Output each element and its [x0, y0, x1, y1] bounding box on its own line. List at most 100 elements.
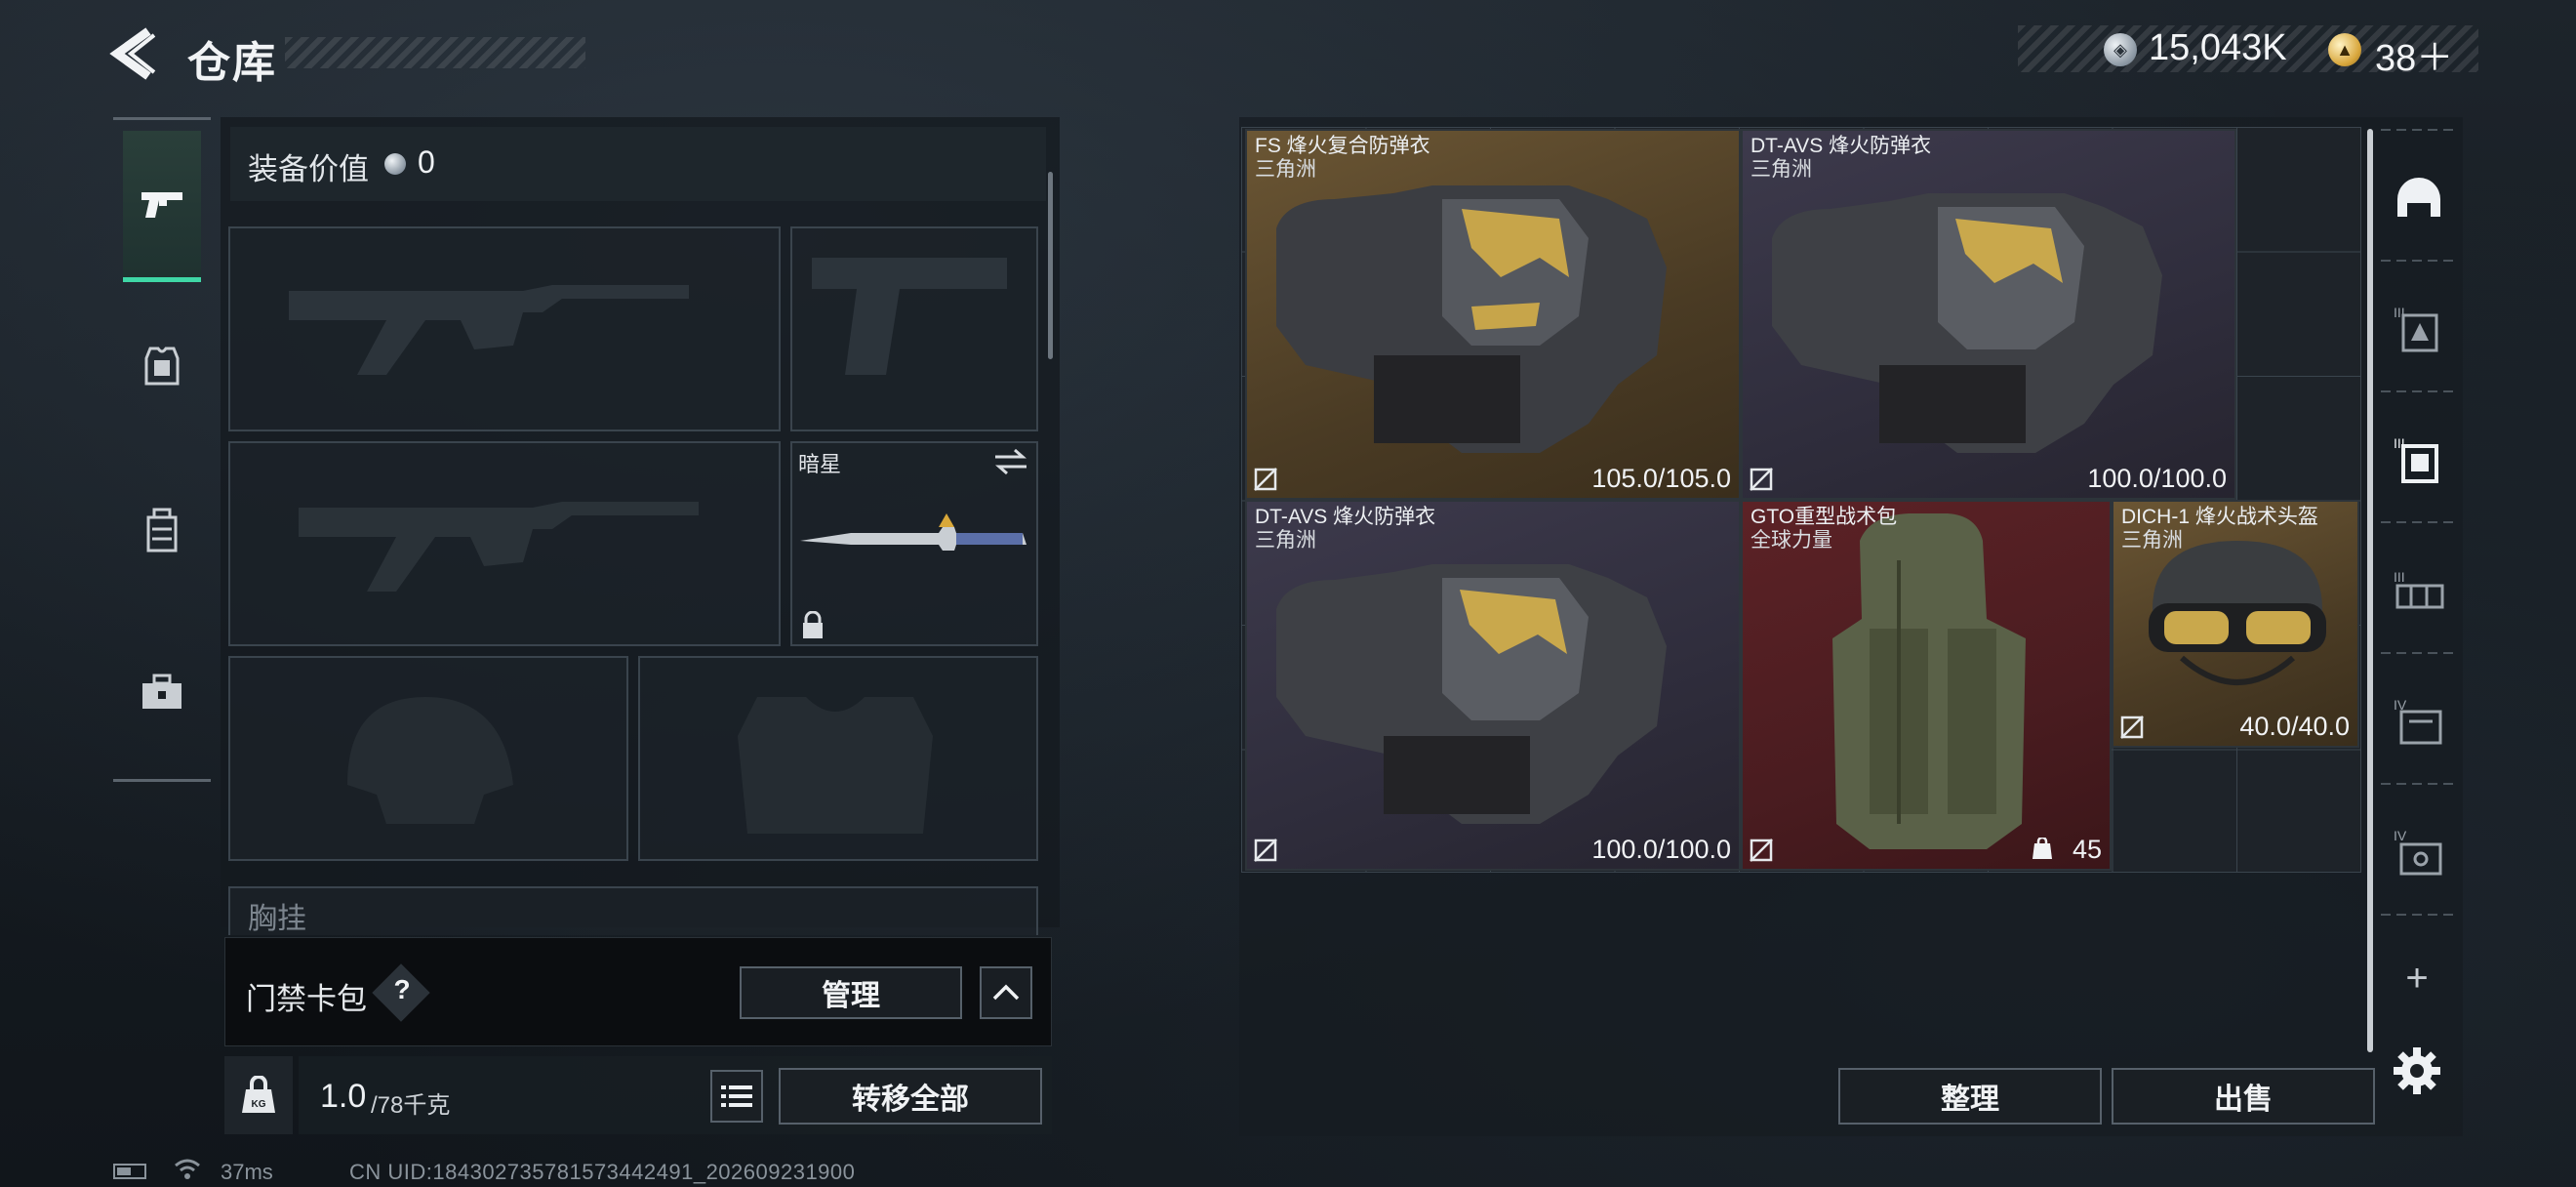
svg-text:KG: KG: [252, 1099, 266, 1110]
sort-button[interactable]: 整理: [1838, 1068, 2102, 1125]
uid-text: CN UID:18430273578157344249​1_2026092319…: [349, 1160, 856, 1184]
filter-divider: [2381, 914, 2459, 916]
item-durability: 100.0/100.0: [2087, 464, 2227, 493]
nav-tab-case[interactable]: [123, 619, 201, 765]
expand-button[interactable]: [980, 966, 1032, 1019]
armor-tier-active-icon: III: [2394, 435, 2438, 483]
body-armor-slot[interactable]: [638, 656, 1038, 861]
pistol-slot[interactable]: [790, 226, 1038, 431]
nav-tab-armor[interactable]: [123, 293, 201, 439]
filter-tier-4-case[interactable]: IV: [2385, 818, 2453, 886]
chest-rig-label: 胸挂: [248, 903, 306, 935]
item-name: DT-AVS 烽火防弹衣: [1255, 506, 1436, 528]
gear-icon: [2394, 1047, 2440, 1094]
capacity-icon: [2033, 838, 2052, 859]
filter-divider: [2381, 390, 2459, 392]
briefcase-icon: [142, 674, 181, 709]
filter-tier-4-bag[interactable]: IV: [2385, 687, 2453, 756]
silver-coin-icon: ◈: [2104, 33, 2137, 66]
money-amount: 15,043K: [2149, 27, 2287, 68]
no-trade-icon: [2120, 716, 2144, 739]
rifle-silhouette-icon: [299, 502, 699, 592]
stash-item[interactable]: DT-AVS 烽火防弹衣 三角洲 100.0/100.0: [1741, 129, 2236, 500]
loadout-scrollbar[interactable]: [1048, 172, 1053, 359]
helmet-slot[interactable]: [228, 656, 628, 861]
filter-tier-3-armor[interactable]: III: [2385, 295, 2453, 363]
swap-icon[interactable]: [993, 447, 1028, 476]
filter-divider: [2381, 521, 2459, 523]
keycard-case-label: 门禁卡包: [246, 982, 367, 1016]
nav-tab-weapons[interactable]: [123, 131, 201, 282]
armor-icon: [144, 347, 180, 386]
item-capacity: 45: [2072, 835, 2102, 864]
case-tier-icon: IV: [2394, 828, 2442, 876]
filter-all[interactable]: [2385, 164, 2453, 232]
no-trade-icon: [1254, 839, 1277, 862]
no-trade-icon: [1750, 839, 1773, 862]
item-origin: 三角洲: [1255, 529, 1316, 552]
bag-tier-icon: IV: [2394, 697, 2442, 745]
back-arrow-icon: [109, 27, 156, 80]
armor-tier-icon: III: [2394, 305, 2438, 352]
chest-rig-slot[interactable]: [228, 886, 1038, 935]
svg-text:III: III: [2394, 569, 2405, 585]
item-name: DICH-1 烽火战术头盔: [2121, 506, 2318, 528]
rig-tier-icon: III: [2394, 569, 2444, 609]
filter-armor-active[interactable]: III: [2385, 426, 2453, 494]
settings-button[interactable]: [2391, 1044, 2443, 1097]
lock-icon: [800, 610, 825, 640]
ping-text: 37ms: [221, 1160, 273, 1184]
melee-item-name: 暗星: [798, 452, 842, 476]
secondary-weapon-slot[interactable]: [228, 441, 781, 646]
equipment-value-amount: 0: [418, 144, 435, 180]
armor-silhouette-icon: [738, 697, 933, 834]
title-decoration: [285, 37, 585, 68]
manage-button[interactable]: 管理: [740, 966, 962, 1019]
pistol-silhouette-icon: [812, 258, 1007, 375]
body-armor-image: [1772, 193, 2162, 453]
add-filter-button[interactable]: +: [2393, 957, 2441, 1001]
pistol-icon: [141, 192, 182, 218]
equipment-value-label: 装备价值: [248, 152, 369, 186]
helmet-silhouette-icon: [347, 697, 513, 824]
item-durability: 100.0/100.0: [1591, 835, 1731, 864]
item-origin: 三角洲: [1751, 158, 1812, 181]
stash-scrollbar[interactable]: [2367, 129, 2373, 1052]
item-origin: 三角洲: [1255, 158, 1316, 181]
filter-tier-3-rig[interactable]: III: [2385, 556, 2453, 625]
item-name: GTO重型战术包: [1751, 506, 1898, 528]
weight-current: 1.0: [320, 1078, 367, 1115]
sell-button[interactable]: 出售: [2112, 1068, 2375, 1125]
item-origin: 三角洲: [2121, 529, 2183, 552]
rifle-silhouette-icon: [289, 285, 689, 375]
no-trade-icon: [1254, 468, 1277, 491]
stash-item[interactable]: FS 烽火复合防弹衣 三角洲 105.0/105.0: [1245, 129, 1741, 500]
backpack-icon: [146, 508, 178, 553]
item-name: FS 烽火复合防弹衣: [1255, 135, 1430, 157]
filter-divider: [2381, 652, 2459, 654]
primary-weapon-slot[interactable]: [228, 226, 781, 431]
gold-coin-icon: ▲: [2328, 33, 2361, 66]
stash-item[interactable]: GTO重型战术包 全球力量 45: [1741, 500, 2112, 871]
kettlebell-icon: KG: [242, 1076, 275, 1113]
back-button[interactable]: [109, 27, 160, 80]
filter-divider: [2381, 783, 2459, 785]
nav-tab-backpack[interactable]: [123, 457, 201, 603]
filter-divider: [2381, 129, 2459, 131]
wifi-icon: [174, 1158, 201, 1181]
item-origin: 全球力量: [1751, 529, 1832, 552]
stash-item[interactable]: DICH-1 烽火战术头盔 三角洲 40.0/40.0: [2112, 500, 2359, 748]
transfer-all-button[interactable]: 转移全部: [779, 1068, 1042, 1125]
gold-amount[interactable]: 38＋: [2375, 27, 2453, 81]
svg-text:IV: IV: [2394, 828, 2407, 843]
list-view-button[interactable]: [710, 1070, 763, 1123]
body-armor-image: [1276, 564, 1667, 824]
chevron-up-icon: [992, 984, 1020, 1001]
weight-max: /78千克: [371, 1092, 451, 1119]
stash-item[interactable]: DT-AVS 烽火防弹衣 三角洲 100.0/100.0: [1245, 500, 1741, 871]
backpack-image: [1832, 513, 2026, 849]
nav-divider: [113, 779, 211, 782]
weight-icon-box: KG: [224, 1056, 293, 1134]
no-trade-icon: [1750, 468, 1773, 491]
filter-divider: [2381, 260, 2459, 262]
